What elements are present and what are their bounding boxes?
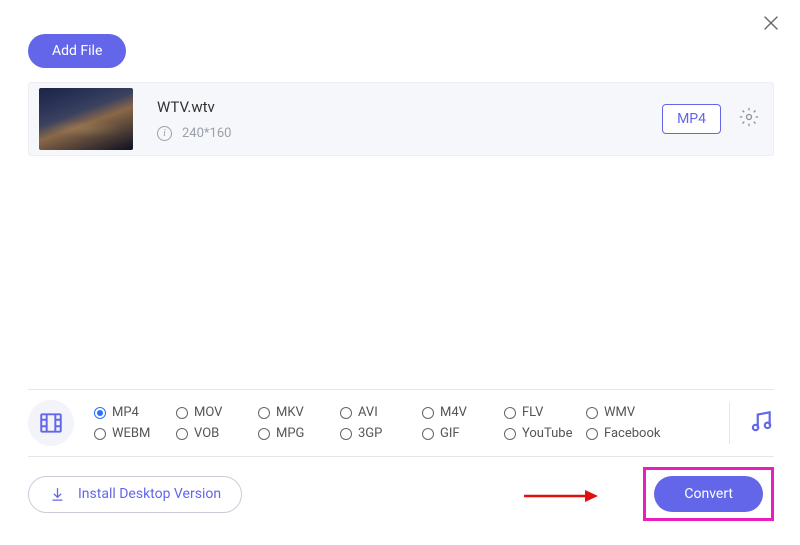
radio-icon bbox=[422, 407, 434, 419]
install-label: Install Desktop Version bbox=[78, 486, 221, 502]
divider bbox=[729, 402, 730, 444]
format-label: M4V bbox=[440, 405, 467, 420]
format-option-webm[interactable]: WEBM bbox=[94, 426, 176, 441]
file-row: WTV.wtv i 240*160 MP4 bbox=[28, 82, 774, 156]
format-label: VOB bbox=[194, 426, 219, 441]
add-file-button[interactable]: Add File bbox=[28, 34, 126, 68]
radio-icon bbox=[258, 407, 270, 419]
format-label: MKV bbox=[276, 405, 304, 420]
format-panel: MP4 MOV MKV AVI M4V FLV WMV WEBM VOB MPG 3GP GIF You… bbox=[28, 389, 774, 457]
file-thumbnail bbox=[39, 88, 133, 150]
radio-icon bbox=[94, 428, 106, 440]
gear-icon[interactable] bbox=[739, 107, 759, 131]
format-option-m4v[interactable]: M4V bbox=[422, 405, 504, 420]
format-label: FLV bbox=[522, 405, 543, 420]
format-label: 3GP bbox=[358, 426, 382, 441]
output-format-button[interactable]: MP4 bbox=[662, 104, 721, 134]
format-label: MP4 bbox=[112, 405, 139, 420]
radio-icon bbox=[94, 407, 106, 419]
format-label: Facebook bbox=[604, 426, 660, 441]
radio-icon bbox=[176, 407, 188, 419]
format-label: WEBM bbox=[112, 426, 150, 441]
file-meta: i 240*160 bbox=[157, 126, 662, 141]
format-options: MP4 MOV MKV AVI M4V FLV WMV WEBM VOB MPG 3GP GIF You… bbox=[94, 405, 711, 441]
format-label: WMV bbox=[604, 405, 635, 420]
format-option-mp4[interactable]: MP4 bbox=[94, 405, 176, 420]
footer: Install Desktop Version Convert bbox=[28, 467, 774, 521]
file-name: WTV.wtv bbox=[157, 98, 662, 116]
close-icon[interactable] bbox=[760, 12, 782, 34]
file-resolution: 240*160 bbox=[182, 126, 231, 141]
format-option-mpg[interactable]: MPG bbox=[258, 426, 340, 441]
format-option-avi[interactable]: AVI bbox=[340, 405, 422, 420]
format-label: MOV bbox=[194, 405, 222, 420]
radio-icon bbox=[176, 428, 188, 440]
format-option-3gp[interactable]: 3GP bbox=[340, 426, 422, 441]
radio-icon bbox=[504, 407, 516, 419]
format-option-vob[interactable]: VOB bbox=[176, 426, 258, 441]
format-option-wmv[interactable]: WMV bbox=[586, 405, 668, 420]
file-info: WTV.wtv i 240*160 bbox=[157, 98, 662, 141]
format-option-mov[interactable]: MOV bbox=[176, 405, 258, 420]
radio-icon bbox=[586, 428, 598, 440]
format-label: AVI bbox=[358, 405, 378, 420]
radio-icon bbox=[258, 428, 270, 440]
format-option-facebook[interactable]: Facebook bbox=[586, 426, 668, 441]
format-option-gif[interactable]: GIF bbox=[422, 426, 504, 441]
format-option-mkv[interactable]: MKV bbox=[258, 405, 340, 420]
format-label: YouTube bbox=[522, 426, 573, 441]
film-icon bbox=[28, 400, 74, 446]
radio-icon bbox=[340, 428, 352, 440]
download-icon bbox=[49, 486, 66, 503]
install-desktop-button[interactable]: Install Desktop Version bbox=[28, 476, 242, 513]
radio-icon bbox=[340, 407, 352, 419]
convert-highlight: Convert bbox=[643, 467, 774, 521]
info-icon[interactable]: i bbox=[157, 126, 172, 141]
format-label: GIF bbox=[440, 426, 460, 441]
convert-button[interactable]: Convert bbox=[654, 476, 763, 512]
format-option-flv[interactable]: FLV bbox=[504, 405, 586, 420]
radio-icon bbox=[422, 428, 434, 440]
radio-icon bbox=[504, 428, 516, 440]
format-option-youtube[interactable]: YouTube bbox=[504, 426, 586, 441]
music-icon[interactable] bbox=[748, 408, 774, 438]
format-label: MPG bbox=[276, 426, 304, 441]
radio-icon bbox=[586, 407, 598, 419]
